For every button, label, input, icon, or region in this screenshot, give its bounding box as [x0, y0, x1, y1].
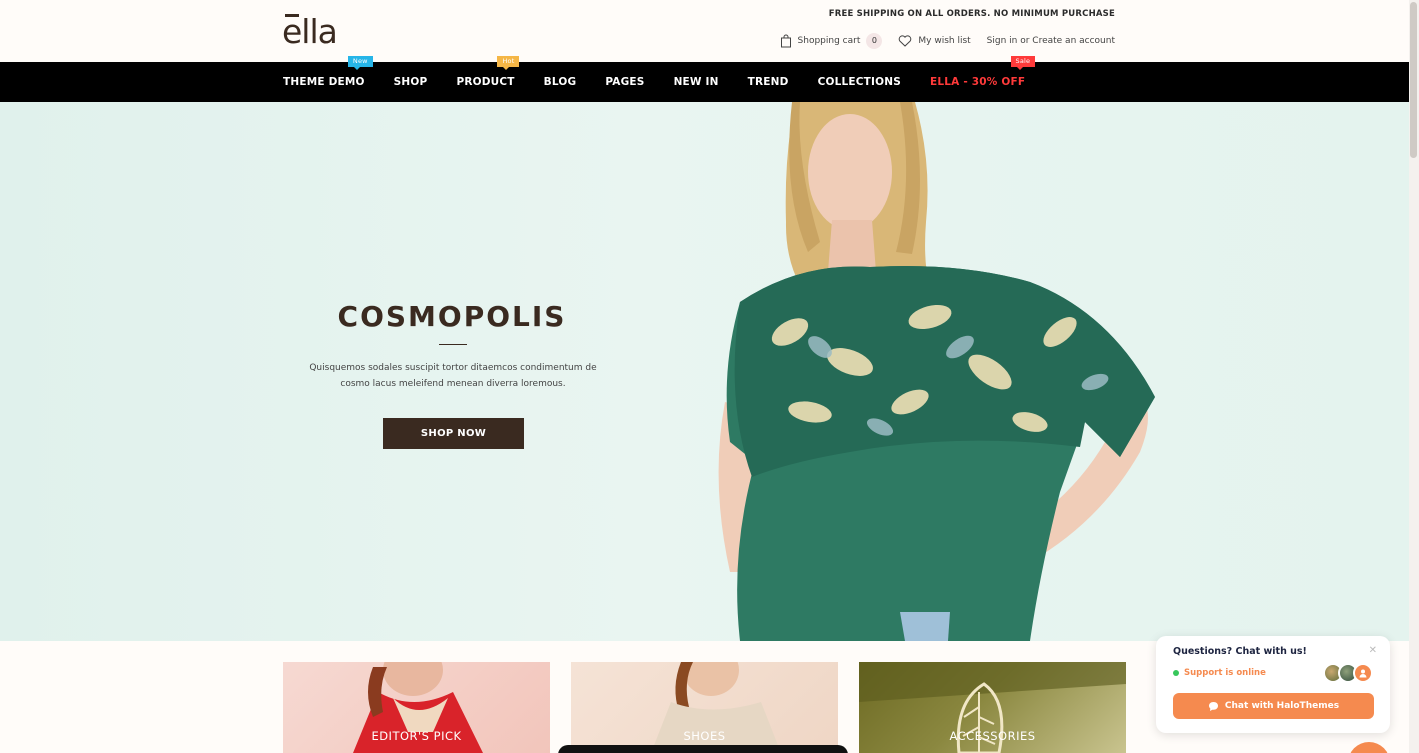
nav-item-label: TREND [747, 76, 789, 88]
category-card-editors-pick[interactable]: EDITOR'S PICK [283, 662, 550, 753]
header-links: Shopping cart 0 My wish list Sign in or … [780, 33, 1115, 49]
chat-bubble-icon [1208, 701, 1218, 711]
nav-item-label: SHOP [393, 76, 428, 88]
chat-start-button[interactable]: Chat with HaloThemes [1173, 693, 1374, 719]
heart-icon [898, 35, 912, 47]
chat-widget: Questions? Chat with us! ✕ Support is on… [1156, 636, 1390, 733]
cart-count-badge: 0 [866, 33, 883, 49]
nav-item-new-in[interactable]: NEW IN [674, 76, 719, 88]
nav-item-theme-demo[interactable]: THEME DEMO New [283, 56, 373, 88]
account-link[interactable]: Sign in or Create an account [987, 36, 1115, 46]
shop-now-button[interactable]: SHOP NOW [383, 418, 524, 449]
category-card-accessories[interactable]: ACCESSORIES [859, 662, 1126, 753]
nav-item-collections[interactable]: COLLECTIONS [818, 76, 901, 88]
chat-status: Support is online [1173, 668, 1266, 678]
nav-item-label: COLLECTIONS [817, 76, 902, 88]
nav-item-label: NEW IN [673, 76, 719, 88]
nav-item-shop[interactable]: SHOP [394, 76, 428, 88]
hero-model-image [718, 102, 1155, 641]
nav-item-label: THEME DEMO [283, 76, 365, 88]
cart-label: Shopping cart [797, 36, 861, 46]
support-avatars [1323, 663, 1373, 683]
site-logo[interactable]: ella [282, 12, 338, 51]
category-label: EDITOR'S PICK [371, 729, 462, 743]
hero-description: Quisquemos sodales suscipit tortor ditae… [309, 363, 597, 389]
wishlist-link[interactable]: My wish list [898, 35, 971, 47]
nav-item-product[interactable]: PRODUCT Hot [456, 56, 520, 88]
main-nav: THEME DEMO New SHOP PRODUCT Hot BLOG PAG… [0, 56, 1409, 102]
promo-banner: FREE SHIPPING ON ALL ORDERS. NO MINIMUM … [828, 9, 1115, 19]
nav-item-pages[interactable]: PAGES [605, 76, 644, 88]
nav-item-trend[interactable]: TREND [748, 76, 789, 88]
category-label: ACCESSORIES [949, 729, 1036, 743]
nav-item-label: ELLA - 30% OFF [930, 76, 1026, 88]
site-header: ella FREE SHIPPING ON ALL ORDERS. NO MIN… [0, 0, 1409, 62]
shopping-cart-link[interactable]: Shopping cart 0 [780, 33, 883, 49]
sale-badge: Sale [1010, 56, 1036, 70]
nav-item-label: BLOG [543, 76, 577, 88]
floating-pill-bar [558, 745, 848, 753]
hot-badge: Hot [497, 56, 520, 70]
chat-title: Questions? Chat with us! [1173, 646, 1307, 657]
shopping-bag-icon [780, 34, 792, 48]
nav-item-blog[interactable]: BLOG [544, 76, 577, 88]
hero-divider [439, 344, 467, 345]
scrollbar-thumb[interactable] [1410, 2, 1417, 158]
category-label: SHOES [683, 729, 726, 743]
page-scrollbar[interactable] [1409, 0, 1419, 753]
new-badge: New [347, 56, 373, 70]
user-icon [1359, 669, 1367, 678]
chat-button-label: Chat with HaloThemes [1224, 701, 1340, 711]
nav-item-label: PAGES [605, 76, 645, 88]
wishlist-label: My wish list [918, 36, 971, 46]
nav-item-label: PRODUCT [456, 76, 515, 88]
chat-status-label: Support is online [1184, 668, 1266, 678]
nav-item-sale[interactable]: ELLA - 30% OFF Sale [930, 56, 1036, 88]
online-dot-icon [1173, 670, 1179, 676]
avatar [1353, 663, 1373, 683]
close-icon[interactable]: ✕ [1369, 645, 1377, 656]
hero-banner[interactable]: COSMOPOLIS Quisquemos sodales suscipit t… [0, 102, 1409, 641]
category-card-shoes[interactable]: SHOES [571, 662, 838, 753]
account-label: Sign in or Create an account [986, 36, 1115, 46]
hero-title: COSMOPOLIS [337, 300, 567, 333]
